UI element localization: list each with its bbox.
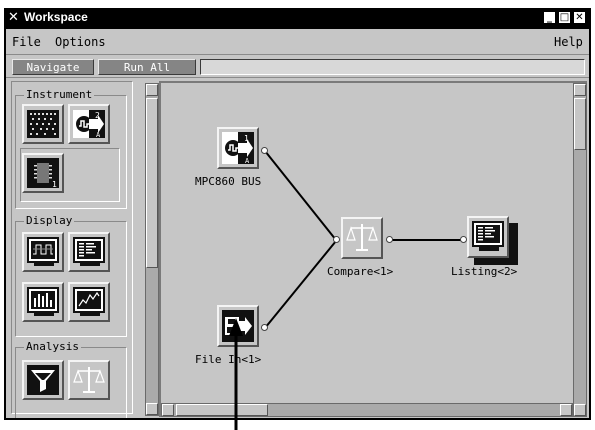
mpc860-bus-node[interactable]: 1 A <box>217 127 259 169</box>
filter-icon[interactable] <box>22 360 64 400</box>
histogram-display-icon[interactable] <box>22 282 64 322</box>
palette-panel: Instrument 2 A 1 Display Analysis <box>11 81 161 418</box>
file-in-node[interactable] <box>217 305 259 347</box>
mpc860-bus-icon[interactable]: 2 A <box>68 104 110 144</box>
compare-output-pin[interactable] <box>386 236 393 243</box>
menu-file[interactable]: File <box>12 35 41 49</box>
run-all-button[interactable]: Run All <box>98 59 196 75</box>
mpc860-bus-label: MPC860 BUS <box>195 175 262 188</box>
menu-help[interactable]: Help <box>554 35 583 49</box>
navigate-button[interactable]: Navigate <box>12 59 94 75</box>
listing-display-icon[interactable] <box>68 232 110 272</box>
window-body: File Options Help Navigate Run All Instr… <box>6 29 589 418</box>
menu-bar: File Options Help <box>6 29 589 55</box>
file-in-output-pin[interactable] <box>261 324 268 331</box>
analysis-group-label: Analysis <box>24 340 81 353</box>
compare-label: Compare<1> <box>327 265 394 278</box>
palette-scrollbar[interactable] <box>145 83 159 416</box>
listing-node[interactable] <box>467 216 509 258</box>
canvas-vscroll-thumb[interactable] <box>574 98 586 150</box>
canvas-horizontal-scrollbar[interactable] <box>161 403 573 417</box>
scroll-up-arrow-icon[interactable] <box>146 84 158 96</box>
display-group-label: Display <box>24 214 75 227</box>
canvas-hscroll-thumb[interactable] <box>176 404 268 416</box>
toolbar: Navigate Run All <box>6 56 589 78</box>
file-in-label: File In<1> <box>195 353 262 366</box>
instrument-group-label: Instrument <box>24 88 95 101</box>
chip-icon[interactable]: 1 <box>22 153 64 193</box>
scroll-left-arrow-icon[interactable] <box>162 404 174 416</box>
analysis-group: Analysis <box>15 340 127 418</box>
compare-node[interactable] <box>341 217 383 259</box>
close-button[interactable]: ✕ <box>573 11 586 24</box>
minimize-button[interactable]: _ <box>543 11 556 24</box>
workspace-canvas[interactable]: 1 A MPC860 BUS File In<1> Compare<1> Lis… <box>159 81 587 417</box>
palette-scroll-thumb[interactable] <box>146 98 158 268</box>
mpc860-output-pin[interactable] <box>261 147 268 154</box>
chart-display-icon[interactable] <box>68 282 110 322</box>
scroll-right-arrow-icon[interactable] <box>560 404 572 416</box>
window-title: Workspace <box>24 10 88 24</box>
listing-input-pin[interactable] <box>460 236 467 243</box>
svg-text:1: 1 <box>244 134 249 143</box>
x-logo-icon: ✕ <box>8 10 19 25</box>
canvas-vertical-scrollbar[interactable] <box>573 83 587 417</box>
title-bar[interactable]: ✕ Workspace _ □ ✕ <box>4 8 591 28</box>
scroll-down-arrow-icon[interactable] <box>146 403 158 415</box>
scroll-down-arrow-icon[interactable] <box>574 404 586 416</box>
display-group: Display <box>15 214 127 337</box>
menu-options[interactable]: Options <box>55 35 106 49</box>
compare-icon[interactable] <box>68 360 110 400</box>
maximize-button[interactable]: □ <box>558 11 571 24</box>
status-field <box>200 59 585 75</box>
listing-label: Listing<2> <box>451 265 518 278</box>
compare-input-pin[interactable] <box>333 236 340 243</box>
svg-text:1: 1 <box>52 180 57 189</box>
waveform-display-icon[interactable] <box>22 232 64 272</box>
workspace-window: ✕ Workspace _ □ ✕ File Options Help Navi… <box>4 8 591 420</box>
logic-analyzer-icon[interactable] <box>22 104 64 144</box>
scroll-up-arrow-icon[interactable] <box>574 84 586 96</box>
instrument-group: Instrument 2 A 1 <box>15 88 127 209</box>
svg-text:2: 2 <box>95 111 100 120</box>
